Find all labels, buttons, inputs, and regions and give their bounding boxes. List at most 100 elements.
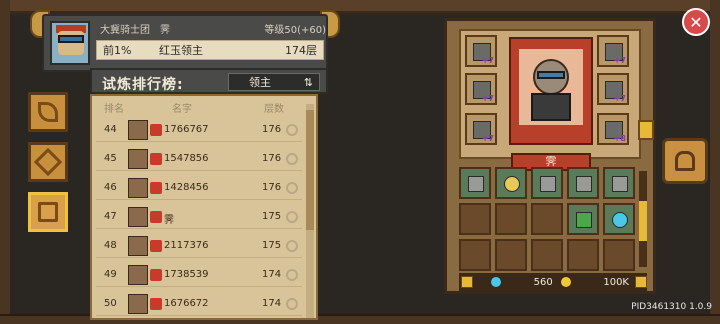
row-floors: 174 xyxy=(262,269,282,280)
helmet-icon xyxy=(150,298,162,310)
bag-slot-helmet[interactable] xyxy=(531,167,563,199)
row-rank: 48 xyxy=(104,240,117,251)
bag-slot-empty[interactable] xyxy=(531,239,563,271)
leaderboard-row[interactable]: 46 1428456 176 xyxy=(96,176,302,200)
row-rank: 47 xyxy=(104,211,117,222)
leaderboard-row[interactable]: 44 1766767 176 xyxy=(96,118,302,142)
inventory-scroll-thumb[interactable] xyxy=(639,201,647,241)
row-floors: 174 xyxy=(262,298,282,309)
leaderboard-scroll-thumb[interactable] xyxy=(306,110,314,230)
header-info-line: 大冀骑士团 霁 等级50(+60) xyxy=(100,21,326,36)
slot-helmet[interactable]: +7 xyxy=(465,35,497,67)
row-name: 1428456 xyxy=(164,182,209,193)
header-rank-line: 前1% 红玉领主 174层 xyxy=(96,40,324,60)
bag-slot-empty[interactable] xyxy=(531,203,563,235)
lock-icon[interactable] xyxy=(461,276,473,288)
magnify-icon[interactable] xyxy=(286,182,298,194)
axe-icon xyxy=(612,176,628,192)
row-rank: 44 xyxy=(104,124,117,135)
close-button[interactable]: ✕ xyxy=(682,8,710,36)
equipment-arrow-tab[interactable] xyxy=(638,120,654,140)
leaderboard-row[interactable]: 47 霁 175 xyxy=(96,205,302,229)
coin-count: 100K xyxy=(603,276,629,288)
left-frame xyxy=(0,0,10,324)
filter-value: 领主 xyxy=(249,76,271,89)
player-name: 霁 xyxy=(160,25,170,36)
bag-slot-empty[interactable] xyxy=(459,239,491,271)
row-name: 1676672 xyxy=(164,298,209,309)
row-floors: 175 xyxy=(262,240,282,251)
boss-title: 红玉领主 xyxy=(159,44,203,57)
row-portrait xyxy=(128,149,148,169)
bag-slot-axe-2[interactable] xyxy=(603,167,635,199)
col-floors: 层数 xyxy=(264,104,284,115)
gem-count: 560 xyxy=(533,276,553,288)
bag-slot-gem[interactable] xyxy=(603,203,635,235)
helmet-icon xyxy=(150,153,162,165)
magnify-icon[interactable] xyxy=(286,153,298,165)
slot-armor[interactable]: +7 xyxy=(465,73,497,105)
row-name: 2117376 xyxy=(164,240,209,251)
row-name: 1547856 xyxy=(164,153,209,164)
bag-slot-empty[interactable] xyxy=(459,203,491,235)
bag-slot-ring[interactable] xyxy=(495,167,527,199)
row-name: 1766767 xyxy=(164,124,209,135)
leaderboard-row[interactable]: 45 1547856 176 xyxy=(96,147,302,171)
leaderboard-row[interactable]: 48 2117376 175 xyxy=(96,234,302,258)
row-name: 1738539 xyxy=(164,269,209,280)
row-portrait xyxy=(128,236,148,256)
rank-percent: 前1% xyxy=(103,44,132,57)
slot-boots[interactable]: +7 xyxy=(465,113,497,145)
helmet-icon xyxy=(150,124,162,136)
helmet-icon xyxy=(675,151,695,171)
ring-icon xyxy=(504,176,520,192)
row-rank: 50 xyxy=(104,298,117,309)
magnify-icon[interactable] xyxy=(286,240,298,252)
bag-slot-empty[interactable] xyxy=(495,239,527,271)
row-floors: 176 xyxy=(262,182,282,193)
row-portrait xyxy=(128,265,148,285)
bag-slot-axe[interactable] xyxy=(459,167,491,199)
player-header-card: 大冀骑士团 霁 等级50(+60) 前1% 红玉领主 174层 xyxy=(42,14,328,72)
slot-shoulder[interactable]: +7 xyxy=(597,73,629,105)
leaderboard-row[interactable]: 50 1676672 174 xyxy=(96,292,302,316)
helmet-icon xyxy=(540,176,556,192)
row-floors: 176 xyxy=(262,153,282,164)
bag-slot-potion[interactable] xyxy=(567,203,599,235)
axe-icon xyxy=(468,176,484,192)
enhance-level: +7 xyxy=(613,94,626,103)
magnify-icon[interactable] xyxy=(286,269,298,281)
bag-slot-empty[interactable] xyxy=(567,239,599,271)
bag-slot-empty[interactable] xyxy=(495,203,527,235)
col-rank: 排名 xyxy=(104,104,124,115)
nav-podium-button[interactable] xyxy=(28,192,68,232)
currency-bar: 560 100K xyxy=(459,273,647,291)
grid-icon[interactable] xyxy=(635,276,647,288)
bag-slot-empty[interactable] xyxy=(603,239,635,271)
enhance-level: +7 xyxy=(481,56,494,65)
guild-name: 大冀骑士团 xyxy=(100,25,150,36)
enhance-level: +8 xyxy=(613,134,626,143)
magnify-icon[interactable] xyxy=(286,298,298,310)
leaderboard-row[interactable]: 49 1738539 174 xyxy=(96,263,302,287)
player-avatar[interactable] xyxy=(50,21,90,65)
magnify-icon[interactable] xyxy=(286,124,298,136)
col-name: 名字 xyxy=(172,104,192,115)
nav-diamond-button[interactable] xyxy=(28,142,68,182)
leaderboard-filter-select[interactable]: 领主 ⇅ xyxy=(228,73,320,91)
nav-feather-button[interactable] xyxy=(28,92,68,132)
enhance-level: +7 xyxy=(481,134,494,143)
slot-gauntlet[interactable]: +7 xyxy=(597,35,629,67)
row-rank: 49 xyxy=(104,269,117,280)
leaderboard-panel: 排名 名字 层数 44 1766767 176 45 1547856 176 46 14284… xyxy=(90,94,318,320)
character-portrait xyxy=(509,37,593,145)
close-icon: ✕ xyxy=(689,12,703,32)
bag-slot-sword[interactable] xyxy=(567,167,599,199)
helmet-icon xyxy=(150,240,162,252)
helmet-side-tab[interactable] xyxy=(662,138,708,184)
leaderboard-title-bar: 试炼排行榜: 领主 ⇅ xyxy=(90,68,328,94)
slot-weapon[interactable]: +8 xyxy=(597,113,629,145)
magnify-icon[interactable] xyxy=(286,211,298,223)
row-portrait xyxy=(128,178,148,198)
leaderboard-title: 试炼排行榜: xyxy=(102,77,184,93)
